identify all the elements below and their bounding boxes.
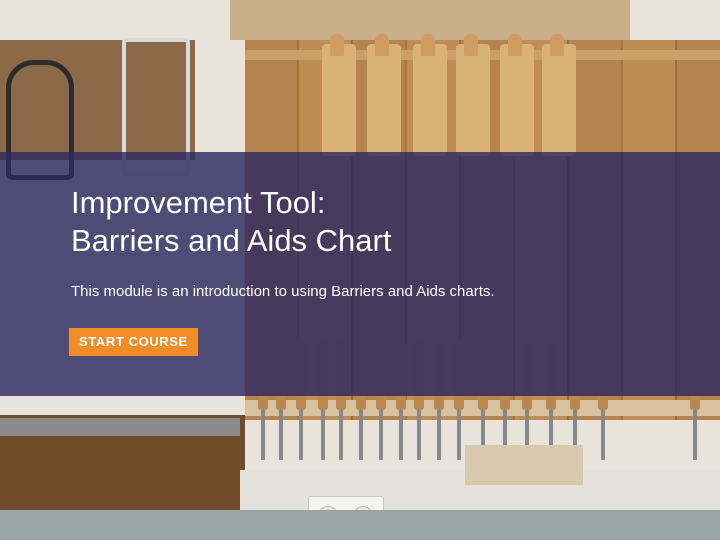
hand-plane: [542, 34, 576, 156]
floor: [0, 510, 720, 540]
course-title-line-1: Improvement Tool:: [71, 185, 326, 220]
course-title: Improvement Tool: Barriers and Aids Char…: [71, 184, 671, 260]
course-description: This module is an introduction to using …: [71, 283, 495, 300]
hand-plane: [456, 34, 490, 156]
start-course-button[interactable]: START COURSE: [69, 328, 198, 356]
hand-plane: [367, 34, 401, 156]
workbench-vise: [0, 418, 240, 436]
hand-plane: [500, 34, 534, 156]
sandpaper: [465, 445, 583, 485]
hand-plane: [413, 34, 447, 156]
course-title-line-2: Barriers and Aids Chart: [71, 223, 392, 258]
hand-plane: [322, 34, 356, 156]
